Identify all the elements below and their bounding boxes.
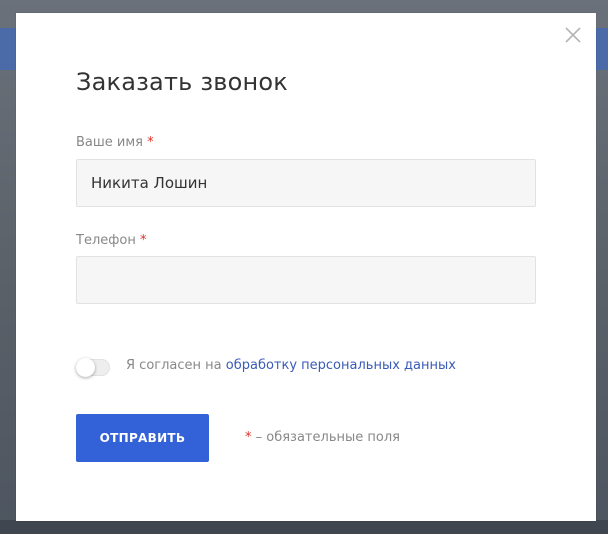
required-fields-note: * – обязательные поля <box>245 430 400 445</box>
phone-input[interactable] <box>76 256 536 304</box>
submit-button[interactable]: ОТПРАВИТЬ <box>76 414 209 462</box>
close-button[interactable] <box>564 26 582 44</box>
name-label-text: Ваше имя <box>76 135 143 150</box>
required-mark: * <box>139 233 147 248</box>
modal-title: Заказать звонок <box>76 68 288 96</box>
required-mark: * <box>147 135 154 150</box>
close-icon <box>565 27 581 43</box>
name-field-label: Ваше имя * <box>76 135 154 150</box>
consent-text: Я согласен на обработку персональных дан… <box>126 358 456 373</box>
background-header-strip <box>596 28 608 70</box>
toggle-knob <box>76 358 95 377</box>
background-footer <box>0 520 608 534</box>
phone-field-label: Телефон * <box>76 233 146 248</box>
phone-label-text: Телефон <box>76 233 136 248</box>
required-note-text: – обязательные поля <box>251 430 400 445</box>
name-input[interactable] <box>76 159 536 207</box>
consent-label: Я согласен на <box>126 358 226 373</box>
consent-toggle[interactable] <box>76 358 110 377</box>
callback-modal: Заказать звонок Ваше имя * Телефон * Я с… <box>16 13 596 521</box>
background-header-strip <box>0 28 16 70</box>
personal-data-link[interactable]: обработку персональных данных <box>226 358 456 373</box>
